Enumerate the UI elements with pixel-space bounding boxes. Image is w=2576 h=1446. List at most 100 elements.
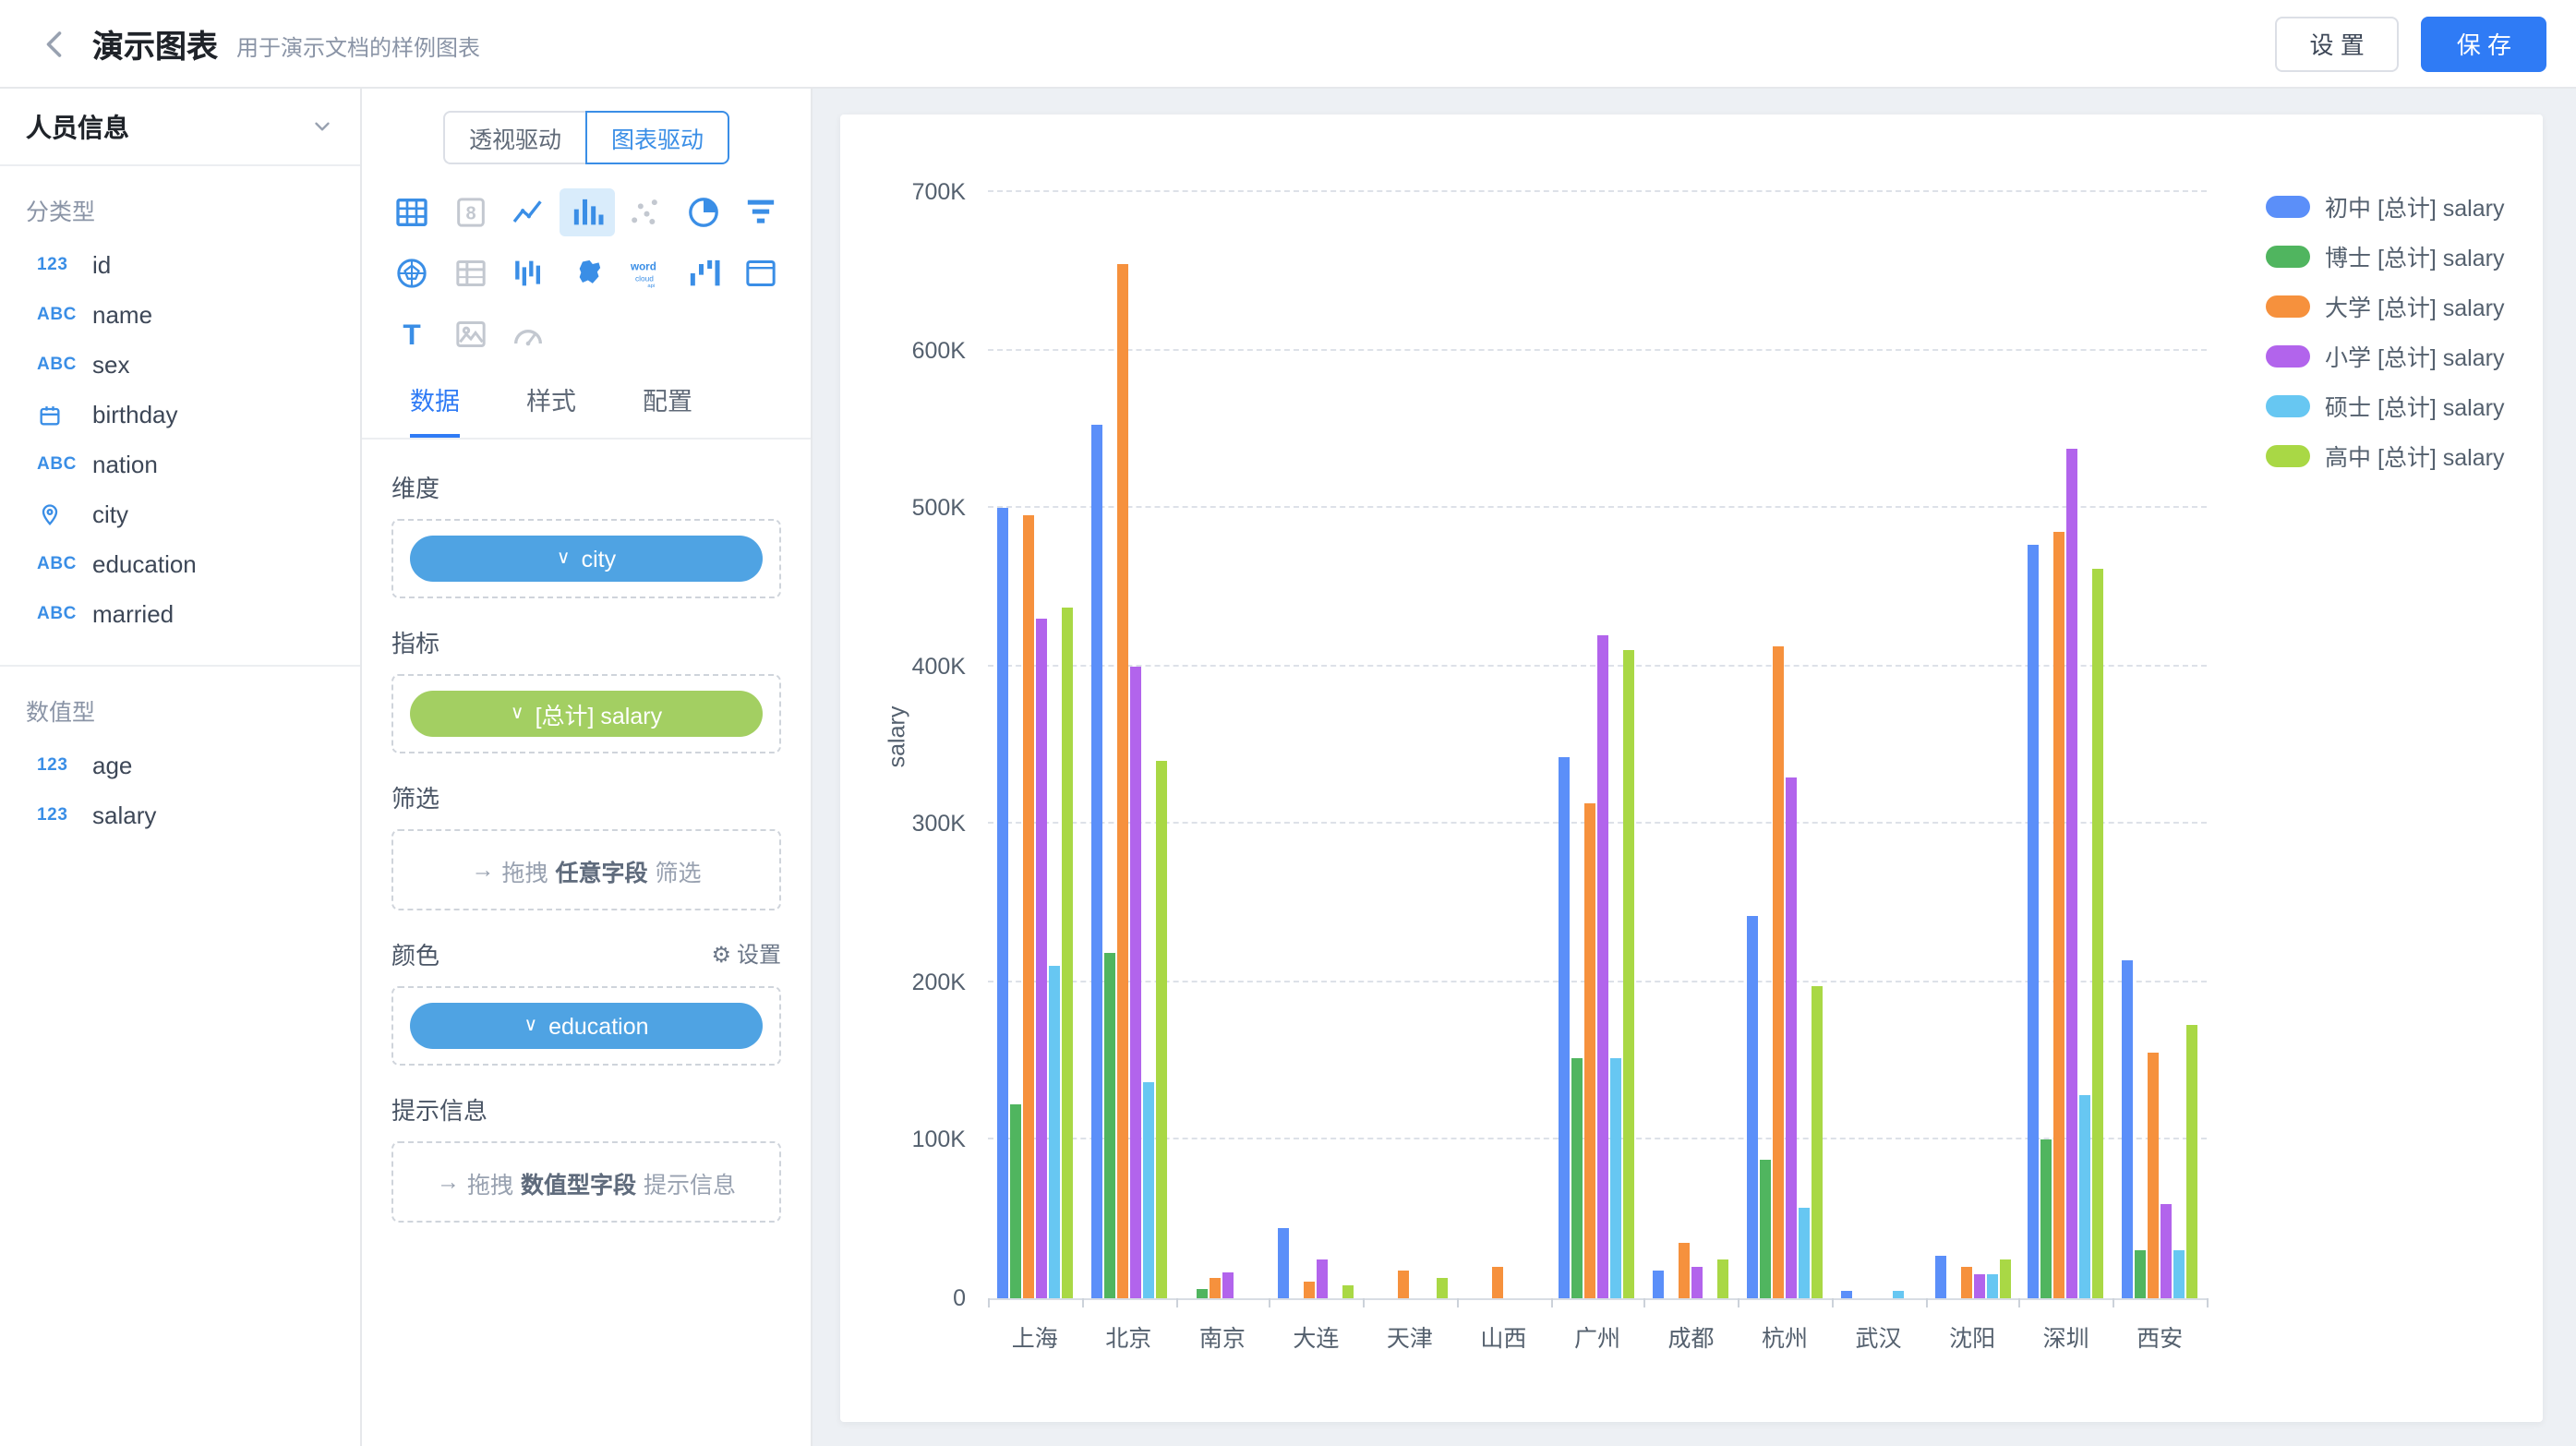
legend-item[interactable]: 大学 [总计] salary [2266,281,2505,331]
color-dropzone[interactable]: ∨ education [391,986,781,1066]
bar[interactable] [2135,1251,2146,1298]
field-item-education[interactable]: ABCeducation [0,539,360,589]
bar-group-北京[interactable] [1082,192,1176,1298]
metric-pill-salary[interactable]: ∨ [总计] salary [410,691,763,737]
field-item-name[interactable]: ABCname [0,290,360,340]
field-item-id[interactable]: 123id [0,240,360,290]
bar[interactable] [1812,985,1823,1298]
bar-chart-icon[interactable] [559,188,614,236]
legend-item[interactable]: 初中 [总计] salary [2266,181,2505,231]
bar[interactable] [1304,1281,1315,1298]
bar[interactable] [1223,1273,1234,1298]
bar-group-深圳[interactable] [2019,192,2113,1298]
bar-group-上海[interactable] [988,192,1082,1298]
bar[interactable] [1023,516,1034,1298]
back-button[interactable] [30,18,81,69]
bar[interactable] [2080,1096,2091,1298]
bar[interactable] [1786,777,1797,1298]
line-chart-icon[interactable] [500,188,556,236]
color-settings-link[interactable]: ⚙ 设置 [711,938,781,970]
bar[interactable] [1960,1267,1971,1298]
bar[interactable] [2186,1025,2197,1298]
bar[interactable] [1572,1058,1583,1298]
field-item-age[interactable]: 123age [0,741,360,790]
bar-group-成都[interactable] [1644,192,1739,1298]
field-item-married[interactable]: ABCmarried [0,589,360,639]
plot-area[interactable]: 0100K200K300K400K500K600K700K [988,192,2207,1300]
color-pill-education[interactable]: ∨ education [410,1003,763,1049]
tab-style[interactable]: 样式 [526,380,576,438]
settings-button[interactable]: 设 置 [2275,16,2400,71]
bar[interactable] [997,508,1008,1298]
bar[interactable] [1437,1278,1448,1298]
bar[interactable] [1624,650,1635,1298]
crosstab-icon[interactable] [442,249,498,297]
bar[interactable] [2148,1054,2159,1298]
bar[interactable] [1934,1256,1945,1298]
field-item-salary[interactable]: 123salary [0,790,360,840]
bar-group-南京[interactable] [1175,192,1270,1298]
bar[interactable] [1598,634,1609,1298]
tooltip-dropzone[interactable]: → 拖拽数值型字段提示信息 [391,1141,781,1223]
legend-item[interactable]: 小学 [总计] salary [2266,331,2505,380]
tab-data[interactable]: 数据 [410,380,460,438]
bar[interactable] [1679,1243,1690,1298]
dimension-pill-city[interactable]: ∨ city [410,536,763,582]
bar[interactable] [1691,1267,1703,1298]
legend-item[interactable]: 高中 [总计] salary [2266,430,2505,480]
dimension-dropzone[interactable]: ∨ city [391,519,781,598]
gauge-chart-icon[interactable] [500,310,556,358]
image-chart-icon[interactable] [442,310,498,358]
bar[interactable] [1893,1290,1904,1298]
bar-group-杭州[interactable] [1738,192,1832,1298]
bar[interactable] [1398,1271,1409,1298]
bar[interactable] [1585,803,1596,1298]
bar[interactable] [2028,545,2040,1298]
bar[interactable] [1090,425,1101,1298]
bar[interactable] [1036,619,1047,1298]
bar[interactable] [1973,1274,1984,1298]
tab-config[interactable]: 配置 [643,380,692,438]
bar[interactable] [1103,954,1114,1298]
bar[interactable] [1841,1290,1852,1298]
bar[interactable] [1198,1289,1209,1298]
bar[interactable] [1129,666,1140,1298]
bar-group-山西[interactable] [1457,192,1551,1298]
bar[interactable] [1155,761,1166,1298]
table-chart-icon[interactable] [384,188,439,236]
bar[interactable] [1986,1274,1997,1298]
bar[interactable] [1010,1104,1021,1299]
legend-item[interactable]: 硕士 [总计] salary [2266,380,2505,430]
bar[interactable] [1491,1267,1502,1298]
bar[interactable] [2161,1203,2172,1298]
legend-item[interactable]: 博士 [总计] salary [2266,231,2505,281]
bar-group-沈阳[interactable] [1925,192,2019,1298]
kpi-card-icon[interactable]: 8 [442,188,498,236]
bar[interactable] [1049,967,1060,1298]
wordcloud-chart-icon[interactable]: wordcloudapi [618,249,673,297]
bar[interactable] [1342,1285,1354,1298]
radar-chart-icon[interactable] [384,249,439,297]
bar[interactable] [2122,960,2133,1298]
filter-dropzone[interactable]: → 拖拽任意字段筛选 [391,829,781,910]
bar[interactable] [1773,647,1784,1298]
bar[interactable] [1611,1058,1622,1298]
bar[interactable] [1278,1229,1289,1298]
mode-tab-chart[interactable]: 图表驱动 [585,111,729,164]
bar[interactable] [2173,1251,2185,1298]
dataset-selector[interactable]: 人员信息 [0,89,360,166]
bar[interactable] [2041,1140,2052,1298]
bar[interactable] [1116,263,1127,1298]
bar[interactable] [1717,1260,1728,1298]
field-item-sex[interactable]: ABCsex [0,340,360,390]
bar[interactable] [2093,568,2104,1298]
bar[interactable] [1142,1082,1153,1298]
pie-chart-icon[interactable] [676,188,731,236]
metric-dropzone[interactable]: ∨ [总计] salary [391,674,781,753]
field-item-nation[interactable]: ABCnation [0,440,360,489]
bar[interactable] [2054,532,2065,1298]
save-button[interactable]: 保 存 [2422,16,2546,71]
bar[interactable] [2067,450,2078,1298]
map-chart-icon[interactable] [559,249,614,297]
text-chart-icon[interactable]: T [384,310,439,358]
